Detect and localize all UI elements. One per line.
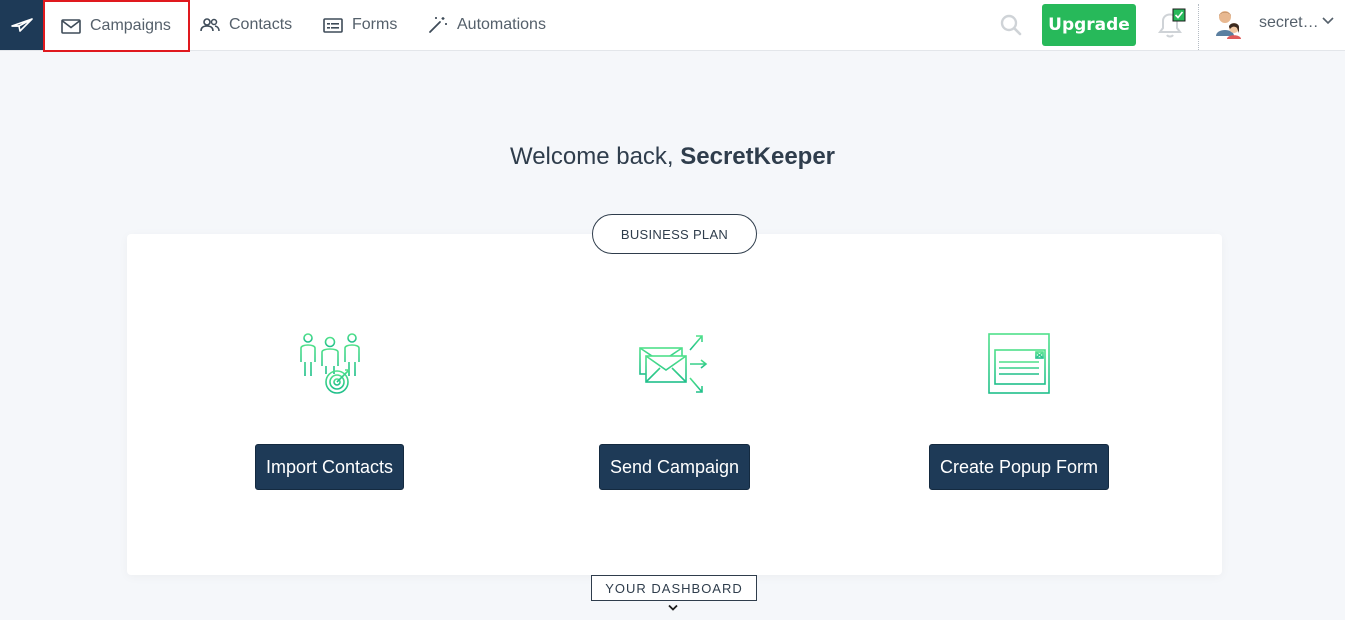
plan-badge-label: BUSINESS PLAN [620,226,729,242]
magic-wand-icon [429,17,447,33]
send-campaign-button[interactable]: Send Campaign [599,444,750,490]
upgrade-button[interactable]: Upgrade [1042,4,1136,46]
your-dashboard-tab[interactable]: YOUR DASHBOARD [591,575,757,601]
create-popup-form-label: Create Popup Form [939,456,1099,477]
nav-contacts-label: Contacts [229,16,293,33]
popup-form-icon [988,333,1050,394]
your-dashboard-label: YOUR DASHBOARD [605,580,743,596]
welcome-heading: Welcome back, SecretKeeper [0,143,1345,171]
welcome-prefix: Welcome back, [509,143,681,170]
app-logo[interactable] [0,0,43,50]
nav-forms-label: Forms [352,16,398,33]
upgrade-label: Upgrade [1048,15,1130,35]
bell-icon [1158,8,1186,38]
nav-automations[interactable]: Automations [428,0,546,50]
form-icon [323,17,343,33]
envelope-icon [61,18,81,34]
contacts-icon [200,18,220,32]
avatar-icon [1216,11,1241,39]
chevron-down-icon[interactable] [1322,17,1334,25]
search-icon [1000,14,1022,36]
nav-forms[interactable]: Forms [323,0,397,50]
import-contacts-button[interactable]: Import Contacts [255,444,404,490]
nav-divider [1198,4,1199,50]
create-popup-form-button[interactable]: Create Popup Form [929,444,1109,490]
send-mail-icon [639,335,708,393]
nav-campaigns-label: Campaigns [90,17,171,34]
quick-actions-card [127,234,1222,575]
nav-automations-label: Automations [457,16,546,33]
user-name[interactable]: secretkeeper [1259,14,1319,32]
user-avatar[interactable] [1213,8,1243,40]
notifications-button[interactable] [1154,8,1188,40]
search-button[interactable] [998,12,1024,38]
nav-campaigns[interactable]: Campaigns [43,0,190,52]
chevron-down-icon[interactable] [667,604,679,612]
welcome-username: SecretKeeper [680,143,836,170]
send-campaign-label: Send Campaign [609,456,740,477]
target-audience-icon [300,333,360,394]
nav-contacts[interactable]: Contacts [200,0,292,50]
plan-badge: BUSINESS PLAN [592,214,757,254]
import-contacts-label: Import Contacts [265,456,394,477]
top-navigation-bar: Campaigns Contacts Forms Automations Upg… [0,0,1345,52]
paper-plane-icon [10,18,33,32]
